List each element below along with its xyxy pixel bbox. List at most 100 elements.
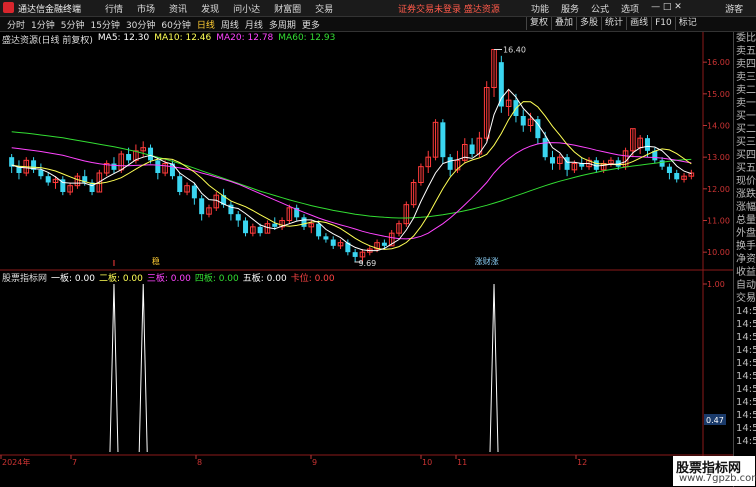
candle-body [199, 198, 205, 215]
candle-body [191, 185, 197, 199]
candle-body [469, 144, 475, 154]
date-label: 2024年 [2, 457, 30, 467]
indicator-item-6: 卡位: 0.00 [290, 274, 335, 284]
side-panel-label: 14:56 [736, 384, 756, 395]
side-panel-label: 交易 [736, 293, 756, 304]
side-panel-label: 现价 [736, 176, 756, 187]
side-panel-label: 14:56 [736, 345, 756, 356]
candle-body [674, 173, 680, 180]
candle-body [272, 223, 278, 227]
title-right-menu: 功能 服务 公式 选项 — □ ✕ 游客 [531, 2, 743, 15]
side-panel-label: 涨幅 [736, 202, 756, 213]
indicator-item-1: 一板: 0.00 [51, 274, 95, 284]
period-toolbar: 分时 1分钟 5分钟 15分钟 30分钟 60分钟 日线 周线 月线 多周期 更多 复权 叠加 多股 统计… [0, 17, 756, 32]
side-panel-label: 14:56 [736, 436, 756, 447]
stock-title: 盛达资源(日线 前复权) [2, 36, 93, 46]
side-panel-label: 14:56 [736, 410, 756, 421]
period-tab-5[interactable]: 60分钟 [158, 18, 193, 31]
tool-button-2[interactable]: 多股 [576, 17, 601, 30]
period-tab-7[interactable]: 周线 [218, 18, 242, 31]
window-controls[interactable]: — □ ✕ [651, 2, 713, 15]
candle-body [564, 157, 570, 170]
price-tick-label: 13.00 [707, 153, 730, 162]
menu-trade[interactable]: 交易 [315, 2, 333, 15]
candle-body [257, 226, 263, 234]
candle-body [447, 157, 453, 170]
tool-button-0[interactable]: 复权 [526, 17, 551, 30]
period-tab-4[interactable]: 30分钟 [123, 18, 158, 31]
price-tick-label: 10.00 [707, 248, 730, 257]
menu-ask[interactable]: 问小达 [233, 2, 260, 15]
candle-body [301, 217, 307, 227]
menu-function[interactable]: 功能 [531, 2, 549, 15]
price-tick-label: 15.00 [707, 90, 730, 99]
side-panel-label: 14:56 [736, 319, 756, 330]
user-label[interactable]: 游客 [725, 2, 743, 15]
menu-quotes[interactable]: 行情 [105, 2, 123, 15]
tool-button-6[interactable]: 标记 [674, 17, 700, 30]
side-panel-label: 14:56 [736, 332, 756, 343]
side-panel-label: 买五 [736, 163, 756, 174]
kline-chart[interactable]: 16.00 15.00 14.00 13.00 12.00 11.00 10.00 16.40… [0, 32, 733, 487]
period-tab-6[interactable]: 日线 [194, 18, 218, 31]
app-title: 通达信金融终端 [18, 5, 82, 15]
price-tick-label: 12.00 [707, 185, 730, 194]
side-panel-label: 卖二 [736, 85, 756, 96]
side-panel-label: 买四 [736, 150, 756, 161]
period-tab-2[interactable]: 5分钟 [58, 18, 88, 31]
candle-body [45, 176, 51, 183]
menu-options[interactable]: 选项 [621, 2, 639, 15]
date-label: 9 [312, 458, 317, 467]
candle-body [316, 223, 322, 237]
period-tab-9[interactable]: 多周期 [266, 18, 299, 31]
period-tab-3[interactable]: 15分钟 [87, 18, 122, 31]
side-panel-label: 卖五 [736, 46, 756, 57]
side-panel-label: 换手 [736, 241, 756, 252]
menu-discover[interactable]: 发现 [201, 2, 219, 15]
candle-body [666, 166, 672, 173]
side-panel-label: 涨跌 [736, 189, 756, 200]
candle-body [38, 169, 44, 177]
period-tab-8[interactable]: 月线 [242, 18, 266, 31]
side-panel-label: 净资 [736, 254, 756, 265]
date-label: 10 [422, 458, 432, 467]
candle-body [243, 220, 249, 234]
indicator-item-4: 四板: 0.00 [194, 274, 239, 284]
side-panel-label: 买二 [736, 124, 756, 135]
broker-name: 盛达资源 [463, 5, 500, 15]
menu-market[interactable]: 市场 [137, 2, 155, 15]
date-label: 12 [577, 458, 587, 467]
period-tab-1[interactable]: 1分钟 [28, 18, 58, 31]
candle-body [520, 116, 526, 126]
side-panel-label: 卖一 [736, 98, 756, 109]
side-panel-label: 买三 [736, 137, 756, 148]
side-panel-label: 14:56 [736, 397, 756, 408]
high-price-label: 16.40 [503, 46, 526, 55]
login-notice[interactable]: 证券交易未登录 盛达资源 [398, 2, 500, 15]
period-tab-0[interactable]: 分时 [4, 18, 28, 31]
candle-body [235, 214, 241, 221]
candle-body [330, 239, 336, 246]
tool-button-3[interactable]: 统计 [601, 17, 626, 30]
date-label: 7 [72, 458, 77, 467]
chart-tools: 复权 叠加 多股 统计 画线 F10 标记 [526, 17, 700, 30]
tool-button-1[interactable]: 叠加 [551, 17, 576, 30]
period-tabs: 分时 1分钟 5分钟 15分钟 30分钟 60分钟 日线 周线 月线 多周期 更多 [4, 18, 323, 31]
tool-button-5[interactable]: F10 [651, 17, 675, 30]
indicator-title[interactable]: 股票指标网 [2, 271, 47, 284]
candle-body [498, 62, 504, 107]
menu-news[interactable]: 资讯 [169, 2, 187, 15]
side-panel-label: 卖三 [736, 72, 756, 83]
menu-formula[interactable]: 公式 [591, 2, 609, 15]
period-tab-10[interactable]: 更多 [299, 18, 323, 31]
menu-service[interactable]: 服务 [561, 2, 579, 15]
candle-body [169, 163, 175, 177]
side-panel-label: 外盘 [736, 228, 756, 239]
side-panel-label: 14:56 [736, 371, 756, 382]
candle-body [659, 160, 665, 167]
tool-button-4[interactable]: 画线 [626, 17, 651, 30]
price-tick-label: 14.00 [707, 122, 730, 131]
candle-body [549, 157, 555, 164]
price-tick-label: 16.00 [707, 58, 730, 67]
menu-wealth[interactable]: 财富圈 [274, 2, 301, 15]
